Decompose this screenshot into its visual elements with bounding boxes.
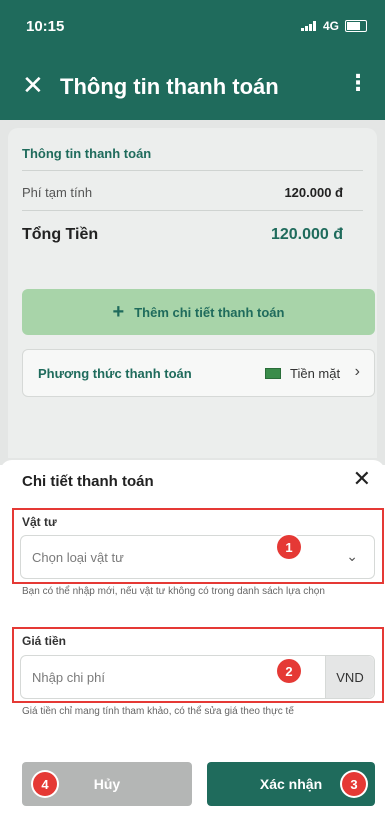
- add-payment-detail-label: Thêm chi tiết thanh toán: [134, 304, 285, 320]
- close-icon[interactable]: ✕: [22, 72, 44, 98]
- material-label: Vật tư: [22, 515, 57, 529]
- fee-label: Phí tạm tính: [22, 185, 93, 200]
- divider: [22, 210, 363, 211]
- fee-value: 120.000 đ: [284, 185, 343, 200]
- chevron-down-icon: ⌄: [346, 548, 358, 564]
- summary-section-title: Thông tin thanh toán: [22, 146, 152, 161]
- network-type: 4G: [322, 19, 339, 33]
- sheet-close-icon[interactable]: ✕: [353, 468, 371, 490]
- status-indicators: 4G: [300, 19, 367, 33]
- cancel-label: Hủy: [93, 776, 121, 792]
- material-placeholder: Chọn loại vật tư: [32, 550, 124, 565]
- sheet-title: Chi tiết thanh toán: [22, 473, 154, 490]
- page-title: Thông tin thanh toán: [60, 74, 279, 99]
- signal-icon: [300, 21, 317, 31]
- price-label: Giá tiền: [22, 634, 67, 648]
- status-bar: 10:15 4G: [0, 0, 385, 56]
- cash-icon: [265, 368, 281, 379]
- plus-icon: +: [112, 301, 125, 323]
- divider: [22, 170, 363, 171]
- more-vertical-icon[interactable]: ⋮: [347, 72, 369, 94]
- add-payment-detail-button[interactable]: + Thêm chi tiết thanh toán: [22, 289, 375, 335]
- price-input[interactable]: Nhập chi phí VND: [20, 655, 375, 699]
- chevron-right-icon: ›: [354, 363, 360, 380]
- annotation-badge-4: 4: [33, 772, 57, 796]
- price-hint: Giá tiền chỉ mang tính tham khảo, có thể…: [22, 706, 294, 717]
- material-hint: Bạn có thể nhập mới, nếu vật tư không có…: [22, 586, 325, 597]
- payment-method-value: Tiền mặt: [290, 366, 341, 381]
- status-time: 10:15: [26, 18, 65, 35]
- material-select[interactable]: Chọn loại vật tư ⌄: [20, 535, 375, 579]
- payment-method-label: Phương thức thanh toán: [38, 366, 192, 381]
- annotation-badge-1: 1: [277, 535, 301, 559]
- price-placeholder: Nhập chi phí: [32, 670, 105, 685]
- app-bar: ✕ Thông tin thanh toán ⋮: [0, 56, 385, 126]
- total-value: 120.000 đ: [270, 226, 343, 243]
- payment-method-row[interactable]: Phương thức thanh toán Tiền mặt ›: [22, 349, 375, 397]
- battery-icon: [345, 20, 367, 32]
- currency-unit: VND: [325, 656, 374, 698]
- confirm-label: Xác nhận: [259, 776, 323, 792]
- annotation-badge-2: 2: [277, 659, 301, 683]
- total-label: Tổng Tiền: [22, 226, 99, 243]
- annotation-badge-3: 3: [342, 772, 366, 796]
